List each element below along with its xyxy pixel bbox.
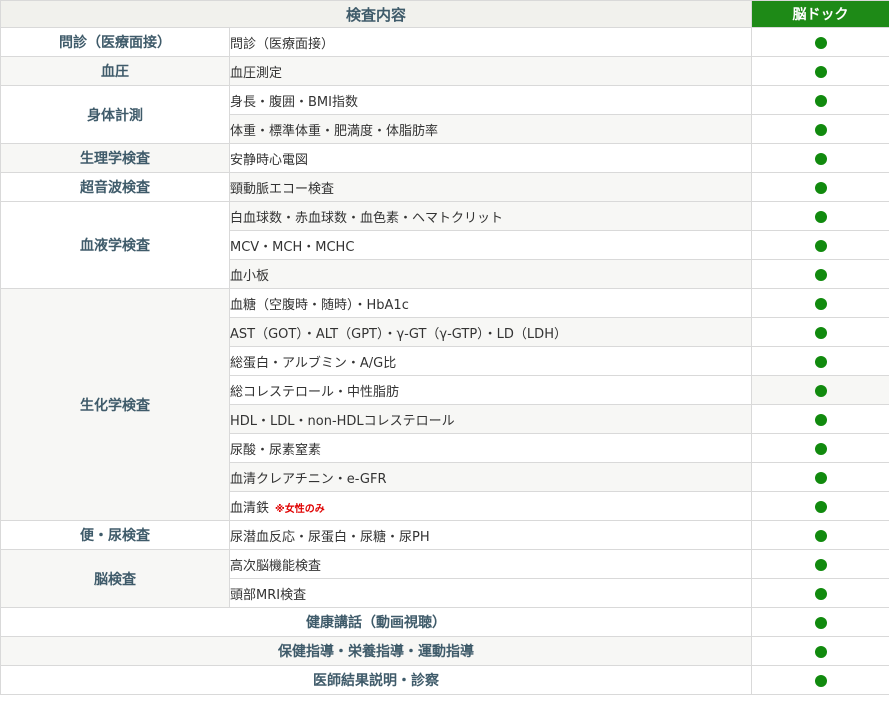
exam-content-table: 検査内容 脳ドック 問診（医療面接） 問診（医療面接） 血圧 血圧測定 身体計測… xyxy=(0,0,889,695)
item-head-mri: 頭部MRI検査 xyxy=(228,578,753,608)
included-mark xyxy=(751,288,889,318)
item-carotid-echo: 頸動脈エコー検査 xyxy=(228,172,753,202)
category-body-measurement: 身体計測 xyxy=(0,85,230,144)
included-dot-icon xyxy=(814,153,827,165)
included-dot-icon xyxy=(814,37,827,49)
included-mark xyxy=(751,665,889,695)
included-mark xyxy=(751,114,889,144)
category-brain: 脳検査 xyxy=(0,549,230,608)
included-mark xyxy=(751,27,889,57)
women-only-note: ※女性のみ xyxy=(275,503,325,515)
included-dot-icon xyxy=(814,66,827,78)
item-hdl-ldl: HDL・LDL・non-HDLコレステロール xyxy=(228,404,753,434)
item-blood-count: 白血球数・赤血球数・血色素・ヘマトクリット xyxy=(228,201,753,231)
item-ecg: 安静時心電図 xyxy=(228,143,753,173)
included-mark xyxy=(751,201,889,231)
included-mark xyxy=(751,85,889,115)
included-dot-icon xyxy=(814,95,827,107)
included-mark xyxy=(751,607,889,637)
category-stool-urine: 便・尿検査 xyxy=(0,520,230,550)
category-doctor-explanation: 医師結果説明・診察 xyxy=(0,665,753,695)
included-mark xyxy=(751,143,889,173)
included-dot-icon xyxy=(814,356,827,368)
item-liver-enzymes: AST（GOT）・ALT（GPT）・γ-GT（γ-GTP）・LD（LDH） xyxy=(228,317,753,347)
item-height-waist-bmi: 身長・腹囲・BMI指数 xyxy=(228,85,753,115)
table-row: 血液学検査 白血球数・赤血球数・血色素・ヘマトクリット xyxy=(0,201,889,289)
category-biochemistry: 生化学検査 xyxy=(0,288,230,521)
category-guidance: 保健指導・栄養指導・運動指導 xyxy=(0,636,753,666)
item-mcv-mch-mchc: MCV・MCH・MCHC xyxy=(228,230,753,260)
header-brain-dock: 脳ドック xyxy=(751,0,889,28)
table-row: 健康講話（動画視聴） xyxy=(0,607,889,637)
item-serum-iron: 血清鉄 ※女性のみ xyxy=(228,491,753,521)
category-interview: 問診（医療面接） xyxy=(0,27,230,57)
included-mark xyxy=(751,433,889,463)
item-uric-acid-bun: 尿酸・尿素窒素 xyxy=(228,433,753,463)
included-dot-icon xyxy=(814,211,827,223)
table-row: 脳検査 高次脳機能検査 xyxy=(0,549,889,608)
included-mark xyxy=(751,172,889,202)
included-dot-icon xyxy=(814,182,827,194)
item-serum-iron-label: 血清鉄 xyxy=(230,500,270,516)
included-dot-icon xyxy=(814,472,827,484)
included-mark xyxy=(751,462,889,492)
included-mark xyxy=(751,56,889,86)
included-dot-icon xyxy=(814,298,827,310)
included-dot-icon xyxy=(814,588,827,600)
item-platelets: 血小板 xyxy=(228,259,753,289)
table-row: 便・尿検査 尿潜血反応・尿蛋白・尿糖・尿PH xyxy=(0,520,889,550)
header-exam-content: 検査内容 xyxy=(0,0,753,28)
included-mark xyxy=(751,578,889,608)
category-health-lecture: 健康講話（動画視聴） xyxy=(0,607,753,637)
included-mark xyxy=(751,549,889,579)
included-dot-icon xyxy=(814,675,827,687)
included-mark xyxy=(751,491,889,521)
included-mark xyxy=(751,259,889,289)
item-blood-pressure: 血圧測定 xyxy=(228,56,753,86)
category-blood-pressure: 血圧 xyxy=(0,56,230,86)
item-urine-tests: 尿潜血反応・尿蛋白・尿糖・尿PH xyxy=(228,520,753,550)
included-dot-icon xyxy=(814,501,827,513)
table-row: 問診（医療面接） 問診（医療面接） xyxy=(0,27,889,57)
included-mark xyxy=(751,636,889,666)
included-dot-icon xyxy=(814,646,827,658)
included-dot-icon xyxy=(814,530,827,542)
included-mark xyxy=(751,375,889,405)
table-row: 保健指導・栄養指導・運動指導 xyxy=(0,636,889,666)
item-cholesterol-tg: 総コレステロール・中性脂肪 xyxy=(228,375,753,405)
included-dot-icon xyxy=(814,240,827,252)
included-mark xyxy=(751,317,889,347)
included-dot-icon xyxy=(814,327,827,339)
item-protein-albumin: 総蛋白・アルブミン・A/G比 xyxy=(228,346,753,376)
included-mark xyxy=(751,346,889,376)
item-creatinine-egfr: 血清クレアチニン・e-GFR xyxy=(228,462,753,492)
included-mark xyxy=(751,230,889,260)
item-blood-sugar: 血糖（空腹時・随時）・HbA1c xyxy=(228,288,753,318)
category-physiology: 生理学検査 xyxy=(0,143,230,173)
category-ultrasound: 超音波検査 xyxy=(0,172,230,202)
table-header-row: 検査内容 脳ドック xyxy=(0,0,889,28)
included-dot-icon xyxy=(814,385,827,397)
item-interview: 問診（医療面接） xyxy=(228,27,753,57)
table-row: 超音波検査 頸動脈エコー検査 xyxy=(0,172,889,202)
included-dot-icon xyxy=(814,617,827,629)
item-cognitive-function: 高次脳機能検査 xyxy=(228,549,753,579)
included-dot-icon xyxy=(814,269,827,281)
included-dot-icon xyxy=(814,443,827,455)
included-dot-icon xyxy=(814,414,827,426)
table-row: 医師結果説明・診察 xyxy=(0,665,889,695)
included-dot-icon xyxy=(814,124,827,136)
included-dot-icon xyxy=(814,559,827,571)
table-row: 生理学検査 安静時心電図 xyxy=(0,143,889,173)
item-weight-bodyfat: 体重・標準体重・肥満度・体脂肪率 xyxy=(228,114,753,144)
category-hematology: 血液学検査 xyxy=(0,201,230,289)
included-mark xyxy=(751,520,889,550)
table-row: 血圧 血圧測定 xyxy=(0,56,889,86)
included-mark xyxy=(751,404,889,434)
table-row: 生化学検査 血糖（空腹時・随時）・HbA1c xyxy=(0,288,889,521)
table-row: 身体計測 身長・腹囲・BMI指数 xyxy=(0,85,889,144)
